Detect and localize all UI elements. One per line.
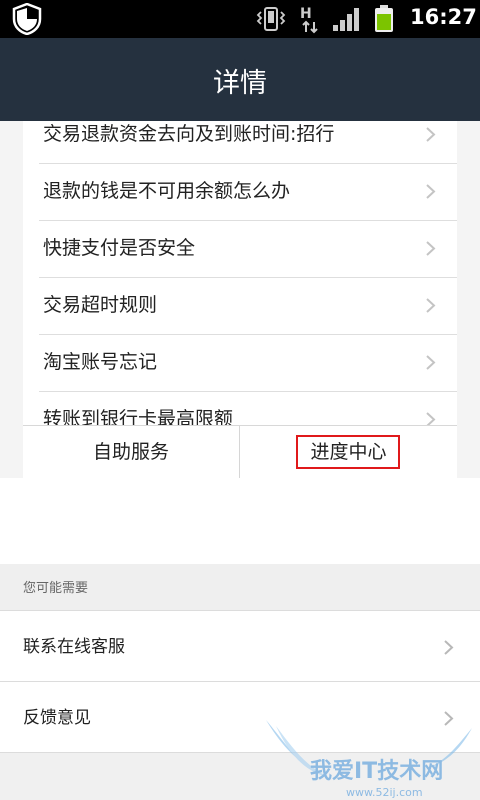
faq-item[interactable]: 退款的钱是不可用余额怎么办 — [39, 163, 457, 221]
tab-bar: 自助服务 进度中心 — [23, 425, 457, 479]
tab-progress-center-label: 进度中心 — [310, 441, 387, 463]
chevron-right-icon — [426, 412, 436, 425]
faq-card: 交易退款资金去向及到账时间:招行 退款的钱是不可用余额怎么办 快捷支付是否安全 … — [23, 121, 457, 479]
watermark-url: www.52ij.com — [346, 786, 423, 799]
tab-self-service-label: 自助服务 — [92, 441, 169, 463]
blank-area — [0, 478, 480, 564]
chevron-right-icon — [444, 640, 454, 655]
faq-item[interactable]: 淘宝账号忘记 — [39, 334, 457, 392]
faq-item[interactable]: 交易退款资金去向及到账时间:招行 — [39, 121, 457, 164]
svg-text:H: H — [300, 6, 312, 22]
hplus-network-icon: H — [300, 6, 318, 34]
feedback-label: 反馈意见 — [23, 708, 91, 728]
chevron-right-icon — [426, 355, 436, 370]
contact-online-service-row[interactable]: 联系在线客服 — [0, 611, 480, 682]
contact-online-service-label: 联系在线客服 — [23, 637, 125, 657]
faq-item-label: 转账到银行卡最高限额 — [43, 408, 234, 425]
faq-item-label: 淘宝账号忘记 — [43, 351, 158, 373]
section-header-label: 您可能需要 — [23, 581, 89, 596]
chevron-right-icon — [426, 241, 436, 256]
status-time: 16:27 — [410, 5, 477, 29]
signal-icon — [333, 8, 359, 31]
watermark-text: 我爱IT技术网 — [310, 759, 443, 784]
tab-self-service[interactable]: 自助服务 — [23, 426, 240, 478]
faq-list[interactable]: 交易退款资金去向及到账时间:招行 退款的钱是不可用余额怎么办 快捷支付是否安全 … — [23, 121, 457, 425]
page-title: 详情 — [213, 68, 267, 99]
chevron-right-icon — [426, 298, 436, 313]
chevron-right-icon — [426, 127, 436, 142]
tab-progress-center[interactable]: 进度中心 — [240, 426, 457, 478]
section-header: 您可能需要 — [0, 564, 480, 611]
faq-item-label: 交易退款资金去向及到账时间:招行 — [43, 123, 335, 145]
chevron-right-icon — [426, 184, 436, 199]
faq-item[interactable]: 交易超时规则 — [39, 277, 457, 335]
title-bar: 详情 — [0, 38, 480, 121]
watermark: 我爱IT技术网 www.52ij.com — [266, 720, 472, 799]
faq-item[interactable]: 转账到银行卡最高限额 — [39, 391, 457, 425]
faq-item[interactable]: 快捷支付是否安全 — [39, 220, 457, 278]
faq-item-label: 退款的钱是不可用余额怎么办 — [43, 180, 291, 202]
faq-item-label: 快捷支付是否安全 — [43, 237, 196, 259]
shield-icon — [12, 3, 42, 35]
faq-item-label: 交易超时规则 — [43, 294, 158, 316]
vibrate-icon — [256, 7, 286, 31]
battery-icon — [375, 5, 393, 32]
status-bar: H 16:27 — [0, 0, 480, 38]
